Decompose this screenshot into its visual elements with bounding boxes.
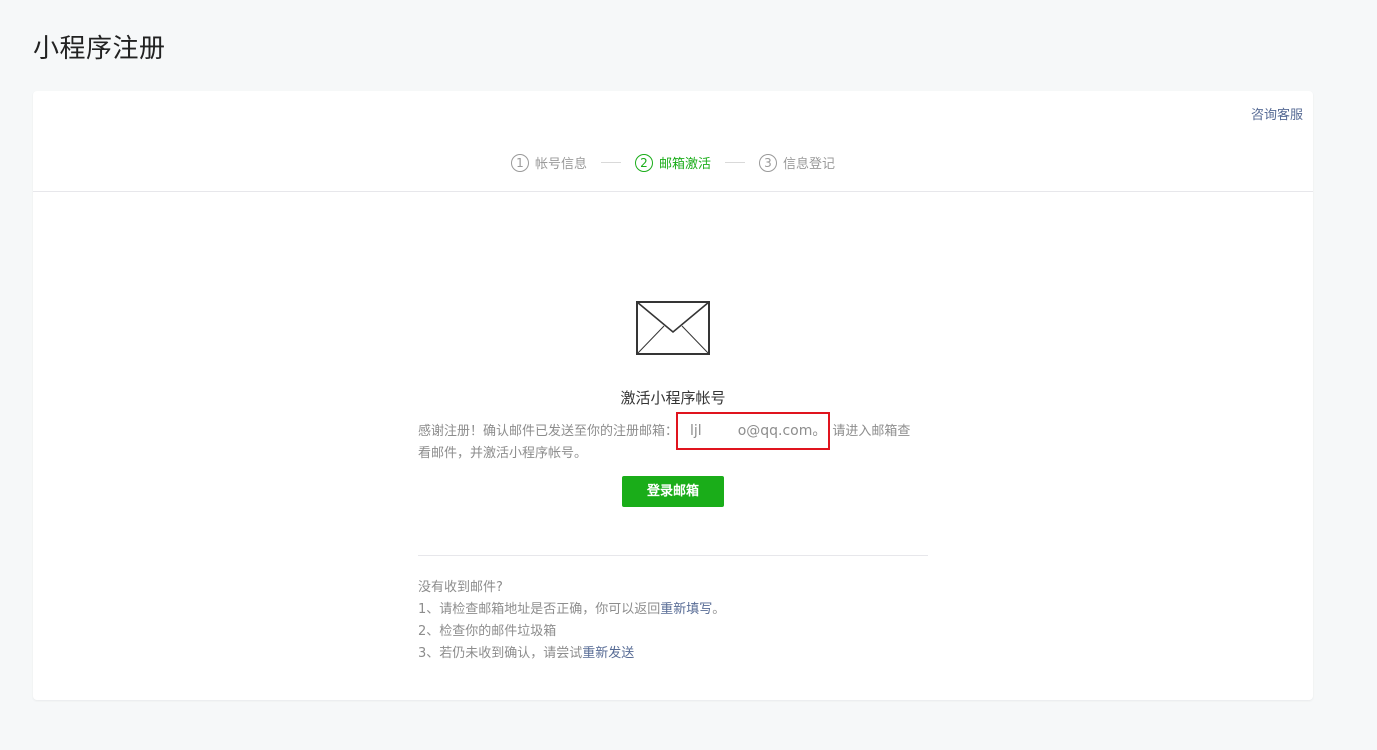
help-item-3-text: 3、若仍未收到确认，请尝试 bbox=[418, 646, 583, 661]
step-number-1: 1 bbox=[510, 153, 529, 172]
header-divider bbox=[33, 191, 1313, 192]
activation-panel: 激活小程序帐号 感谢注册！确认邮件已发送至你的注册邮箱： ljl o@qq.com。… bbox=[418, 301, 928, 665]
desc-suffix: 请进入邮箱查 bbox=[832, 424, 911, 439]
step-label: 帐号信息 bbox=[534, 157, 587, 172]
activation-description: 感谢注册！确认邮件已发送至你的注册邮箱： ljl o@qq.com。 请进入邮箱查 看… bbox=[418, 412, 928, 465]
help-section: 没有收到邮件? 1、请检查邮箱地址是否正确，你可以返回重新填写。 2、检查你的邮… bbox=[418, 577, 928, 665]
email-end: o@qq.com bbox=[737, 423, 813, 439]
step-connector bbox=[600, 162, 621, 163]
registered-email-highlight: ljl o@qq.com。 bbox=[676, 412, 831, 450]
desc-prefix: 感谢注册！确认邮件已发送至你的注册邮箱： bbox=[418, 424, 679, 439]
help-item-1: 1、请检查邮箱地址是否正确，你可以返回重新填写。 bbox=[418, 599, 928, 621]
section-divider bbox=[418, 555, 928, 556]
mail-icon bbox=[636, 301, 710, 355]
step-info-registration: 3 信息登记 bbox=[759, 153, 835, 172]
step-email-activation: 2 邮箱激活 bbox=[634, 153, 711, 172]
customer-service-link[interactable]: 咨询客服 bbox=[1251, 104, 1303, 123]
help-heading: 没有收到邮件? bbox=[418, 580, 503, 595]
step-indicator: 1 帐号信息 2 邮箱激活 3 信息登记 bbox=[33, 153, 1313, 172]
registration-card: 咨询客服 1 帐号信息 2 邮箱激活 3 信息登记 激活小程序帐号 感谢注册！确… bbox=[33, 91, 1313, 700]
resend-link[interactable]: 重新发送 bbox=[582, 646, 634, 661]
help-item-2: 2、检查你的邮件垃圾箱 bbox=[418, 624, 557, 639]
step-number-3: 3 bbox=[759, 153, 777, 172]
desc-suffix-line2: 看邮件，并激活小程序帐号。 bbox=[418, 446, 588, 461]
page-title: 小程序注册 bbox=[33, 34, 166, 64]
help-item-1-suffix: 。 bbox=[712, 602, 726, 617]
step-label: 信息登记 bbox=[783, 157, 836, 172]
email-period: 。 bbox=[812, 423, 827, 439]
activation-title: 激活小程序帐号 bbox=[620, 389, 726, 407]
step-account-info: 1 帐号信息 bbox=[510, 153, 587, 172]
email-redaction bbox=[701, 422, 738, 440]
step-number-2: 2 bbox=[634, 153, 653, 172]
step-connector bbox=[725, 162, 745, 163]
email-start: ljl bbox=[690, 423, 702, 439]
refill-link[interactable]: 重新填写 bbox=[660, 602, 712, 617]
help-item-1-text: 1、请检查邮箱地址是否正确，你可以返回 bbox=[418, 602, 661, 617]
login-email-button[interactable]: 登录邮箱 bbox=[622, 476, 724, 507]
help-item-3: 3、若仍未收到确认，请尝试重新发送 bbox=[418, 643, 928, 665]
step-label: 邮箱激活 bbox=[658, 157, 711, 172]
